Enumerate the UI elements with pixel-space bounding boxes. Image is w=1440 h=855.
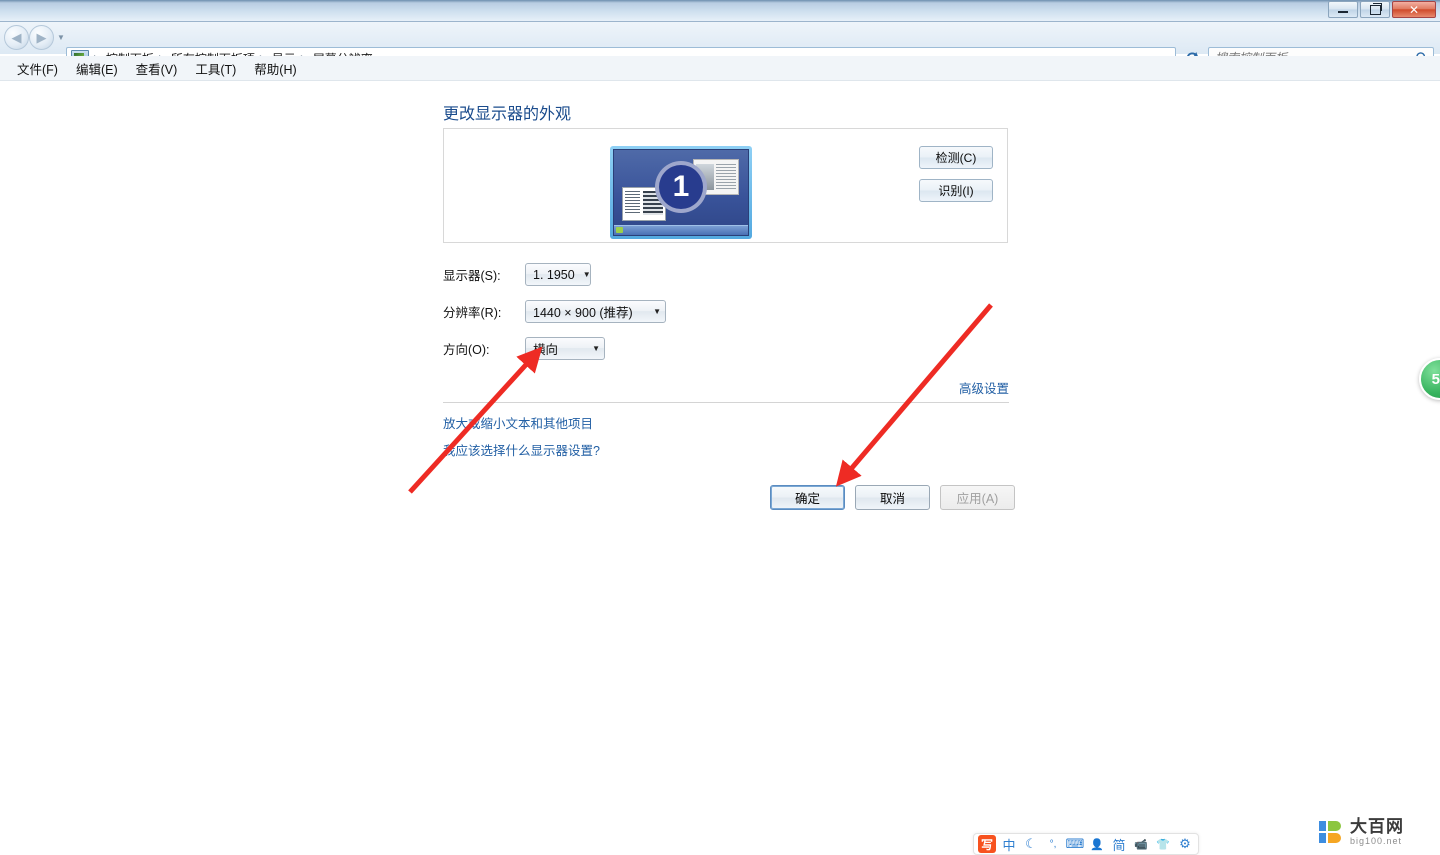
nav-arrow-group: ◀ ▶ ▼ bbox=[4, 25, 68, 50]
menu-tools[interactable]: 工具(T) bbox=[186, 56, 245, 81]
soft-keyboard-icon[interactable]: ⌨ bbox=[1066, 835, 1085, 853]
monitor-select[interactable]: 1. 1950 ▼ bbox=[525, 263, 591, 286]
monitor-number-badge: 1 bbox=[655, 161, 707, 214]
resolution-select[interactable]: 1440 × 900 (推荐) ▼ bbox=[525, 300, 666, 323]
skin-icon[interactable]: 👕 bbox=[1154, 835, 1172, 853]
chevron-down-icon: ▼ bbox=[592, 344, 600, 353]
advanced-settings-link[interactable]: 高级设置 bbox=[959, 378, 1009, 397]
chinese-mode-icon[interactable]: 中 bbox=[1000, 835, 1018, 853]
forward-button[interactable]: ▶ bbox=[29, 25, 54, 50]
monitor-screen: 1 bbox=[613, 149, 749, 236]
scale-text-link[interactable]: 放大或缩小文本和其他项目 bbox=[443, 413, 593, 432]
title-bar: ✕ bbox=[0, 0, 1440, 22]
ime-toolbar: 写 中 ☾ °, ⌨ 👤 简 📹 👕 ⚙ bbox=[973, 833, 1199, 855]
apply-button: 应用(A) bbox=[940, 485, 1015, 510]
forward-arrow-icon: ▶ bbox=[36, 30, 47, 45]
window-control-buttons: ✕ bbox=[1328, 1, 1436, 18]
simplified-chinese-icon[interactable]: 简 bbox=[1110, 835, 1128, 853]
screen-resolution-window: ✕ ◀ ▶ ▼ ▶ 控制面板 ▶ 所有控制面板项 ▶ 显示 ▶ 屏幕分辨率 bbox=[0, 0, 1440, 855]
watermark-cn: 大百网 bbox=[1350, 817, 1404, 836]
monitor-select-value: 1. 1950 bbox=[533, 267, 575, 282]
recent-pages-button[interactable]: ▼ bbox=[54, 25, 68, 50]
close-icon: ✕ bbox=[1408, 2, 1420, 17]
resolution-field-row: 分辨率(R): 1440 × 900 (推荐) ▼ bbox=[443, 300, 666, 323]
page-title: 更改显示器的外观 bbox=[443, 106, 572, 123]
user-icon[interactable]: 👤 bbox=[1088, 835, 1106, 853]
ok-button[interactable]: 确定 bbox=[770, 485, 845, 510]
resolution-select-value: 1440 × 900 (推荐) bbox=[533, 306, 633, 320]
punctuation-icon[interactable]: °, bbox=[1044, 835, 1062, 853]
moon-icon[interactable]: ☾ bbox=[1022, 835, 1040, 853]
menu-file[interactable]: 文件(F) bbox=[8, 56, 67, 81]
restore-button[interactable] bbox=[1360, 1, 1390, 18]
chevron-down-icon: ▼ bbox=[653, 307, 661, 316]
menu-view[interactable]: 查看(V) bbox=[127, 56, 187, 81]
monitor-preview-panel: 1 检测(C) 识别(I) bbox=[443, 128, 1008, 243]
screen-recorder-icon[interactable]: 📹 bbox=[1132, 835, 1150, 853]
monitor-label: 显示器(S): bbox=[443, 269, 501, 283]
chevron-down-icon: ▼ bbox=[582, 270, 591, 279]
orientation-select-value: 横向 bbox=[533, 343, 559, 357]
orientation-label: 方向(O): bbox=[443, 343, 490, 357]
close-button[interactable]: ✕ bbox=[1392, 1, 1436, 18]
cancel-button[interactable]: 取消 bbox=[855, 485, 930, 510]
menu-edit[interactable]: 编辑(E) bbox=[67, 56, 127, 81]
resolution-label: 分辨率(R): bbox=[443, 306, 502, 320]
preview-taskbar bbox=[614, 225, 748, 235]
watermark: 大百网 big100.net bbox=[1318, 818, 1404, 846]
content-area: 更改显示器的外观 1 检测(C) 识别(I) 显示器(S): 1. 1950 ▼… bbox=[0, 82, 1440, 855]
identify-button[interactable]: 识别(I) bbox=[919, 179, 993, 202]
settings-gear-icon[interactable]: ⚙ bbox=[1176, 835, 1194, 853]
orientation-select[interactable]: 横向 ▼ bbox=[525, 337, 605, 360]
section-divider bbox=[443, 402, 1009, 403]
sogou-logo-icon[interactable]: 写 bbox=[978, 835, 996, 853]
minimize-button[interactable] bbox=[1328, 1, 1358, 18]
back-arrow-icon: ◀ bbox=[11, 30, 22, 45]
watermark-logo-icon bbox=[1318, 819, 1344, 845]
detect-button[interactable]: 检测(C) bbox=[919, 146, 993, 169]
menu-bar: 文件(F) 编辑(E) 查看(V) 工具(T) 帮助(H) bbox=[0, 56, 1440, 81]
orientation-field-row: 方向(O): 横向 ▼ bbox=[443, 337, 605, 360]
minimize-icon bbox=[1338, 11, 1348, 13]
monitor-field-row: 显示器(S): 1. 1950 ▼ bbox=[443, 263, 591, 286]
navigation-bar: ◀ ▶ ▼ ▶ 控制面板 ▶ 所有控制面板项 ▶ 显示 ▶ 屏幕分辨率 ▼ bbox=[0, 22, 1440, 69]
menu-help[interactable]: 帮助(H) bbox=[245, 56, 305, 81]
back-button[interactable]: ◀ bbox=[4, 25, 29, 50]
dialog-button-row: 确定 取消 应用(A) bbox=[770, 485, 1015, 510]
watermark-en: big100.net bbox=[1350, 836, 1403, 846]
restore-icon bbox=[1369, 2, 1382, 15]
watermark-text: 大百网 big100.net bbox=[1350, 818, 1404, 846]
chevron-down-icon: ▼ bbox=[57, 33, 65, 42]
monitor-thumbnail[interactable]: 1 bbox=[610, 146, 752, 239]
which-settings-link[interactable]: 我应该选择什么显示器设置? bbox=[443, 440, 600, 459]
